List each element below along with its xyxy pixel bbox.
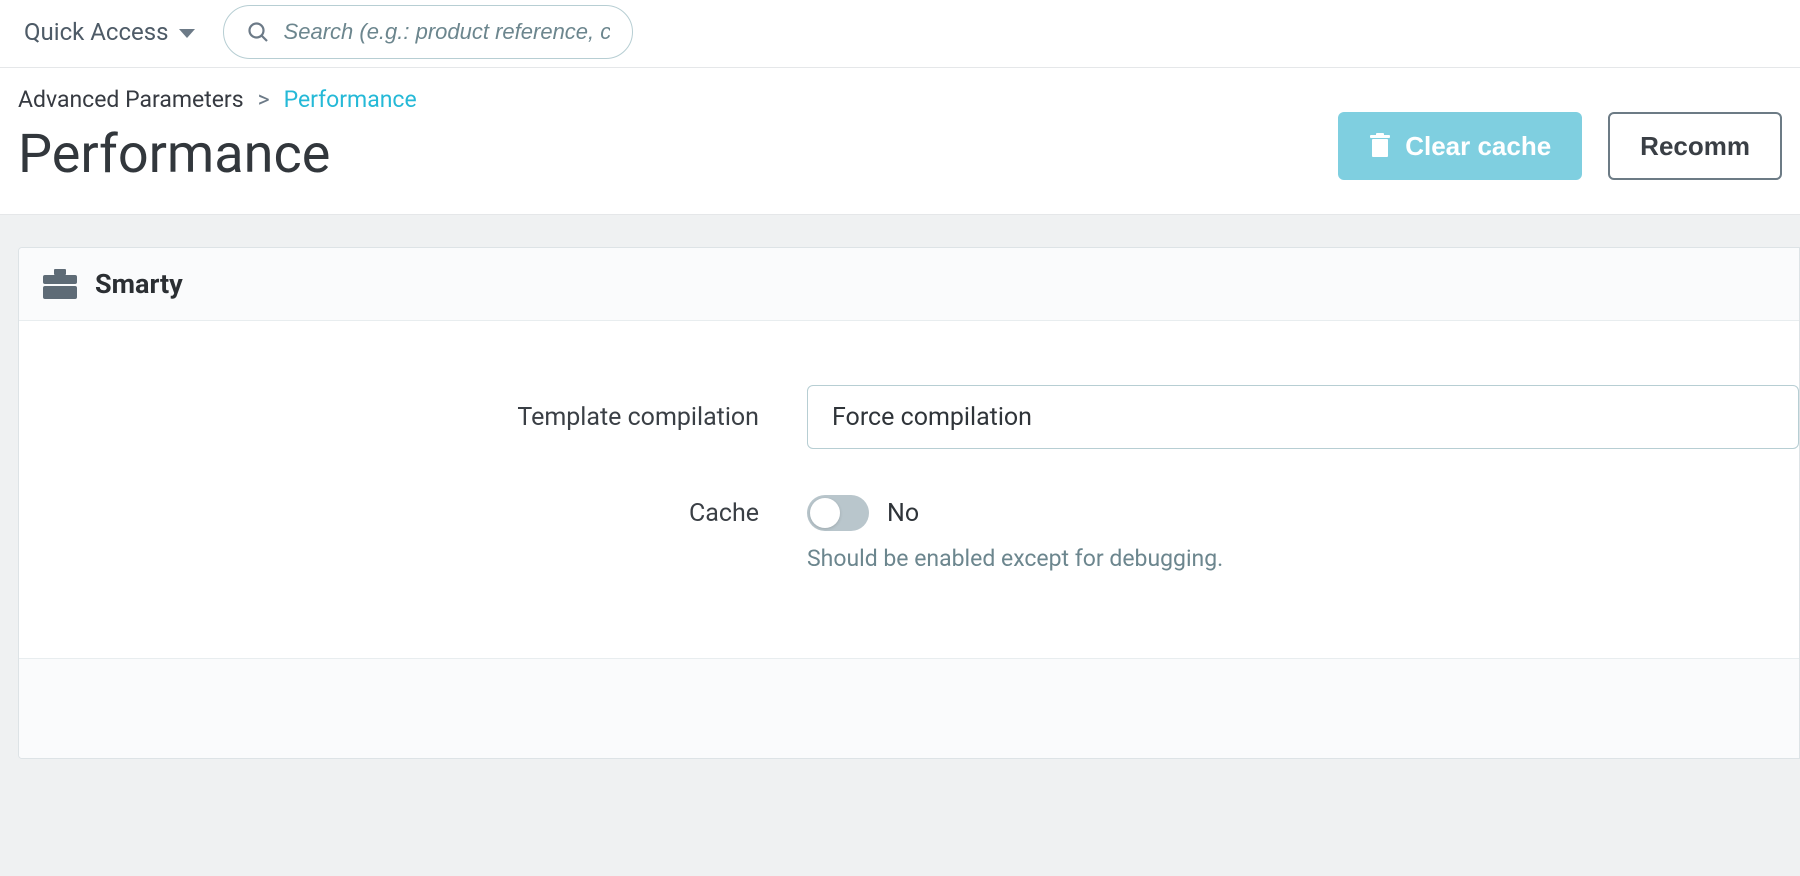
cache-toggle-row: No (807, 495, 1799, 531)
cache-help-text: Should be enabled except for debugging. (807, 545, 1799, 572)
page-title: Performance (18, 123, 417, 186)
briefcase-icon (43, 269, 77, 299)
template-compilation-select[interactable]: Force compilation (807, 385, 1799, 449)
template-compilation-value: Force compilation (832, 403, 1032, 432)
search-wrap[interactable] (223, 5, 633, 59)
toggle-knob (810, 498, 840, 528)
content-area: Smarty Template compilation Force compil… (0, 215, 1800, 876)
template-compilation-label: Template compilation (19, 403, 759, 432)
template-compilation-row: Template compilation Force compilation (19, 369, 1799, 465)
clear-cache-label: Clear cache (1405, 131, 1551, 162)
smarty-panel-body: Template compilation Force compilation C… (19, 321, 1799, 658)
cache-label: Cache (19, 495, 759, 528)
smarty-panel-footer (19, 658, 1799, 758)
recommended-button[interactable]: Recomm (1608, 112, 1782, 180)
header-left: Advanced Parameters > Performance Perfor… (18, 86, 417, 186)
breadcrumb-current[interactable]: Performance (284, 86, 417, 113)
quick-access-label: Quick Access (24, 18, 169, 46)
quick-access-dropdown[interactable]: Quick Access (24, 18, 195, 46)
smarty-panel-header: Smarty (19, 248, 1799, 321)
breadcrumb-parent[interactable]: Advanced Parameters (18, 86, 244, 113)
caret-down-icon (179, 29, 195, 38)
cache-toggle[interactable] (807, 495, 869, 531)
header-actions: Clear cache Recomm (1338, 112, 1782, 186)
search-icon (246, 20, 270, 44)
smarty-panel: Smarty Template compilation Force compil… (18, 247, 1800, 759)
search-input[interactable] (284, 19, 610, 45)
smarty-panel-title: Smarty (95, 268, 183, 300)
recommended-label: Recomm (1640, 131, 1750, 162)
breadcrumb-separator: > (258, 86, 270, 113)
trash-icon (1369, 133, 1391, 159)
cache-toggle-label: No (887, 499, 919, 528)
page-header: Advanced Parameters > Performance Perfor… (0, 68, 1800, 215)
clear-cache-button[interactable]: Clear cache (1338, 112, 1582, 180)
breadcrumb: Advanced Parameters > Performance (18, 86, 417, 113)
cache-row: Cache No Should be enabled except for de… (19, 465, 1799, 588)
topbar: Quick Access (0, 0, 1800, 68)
